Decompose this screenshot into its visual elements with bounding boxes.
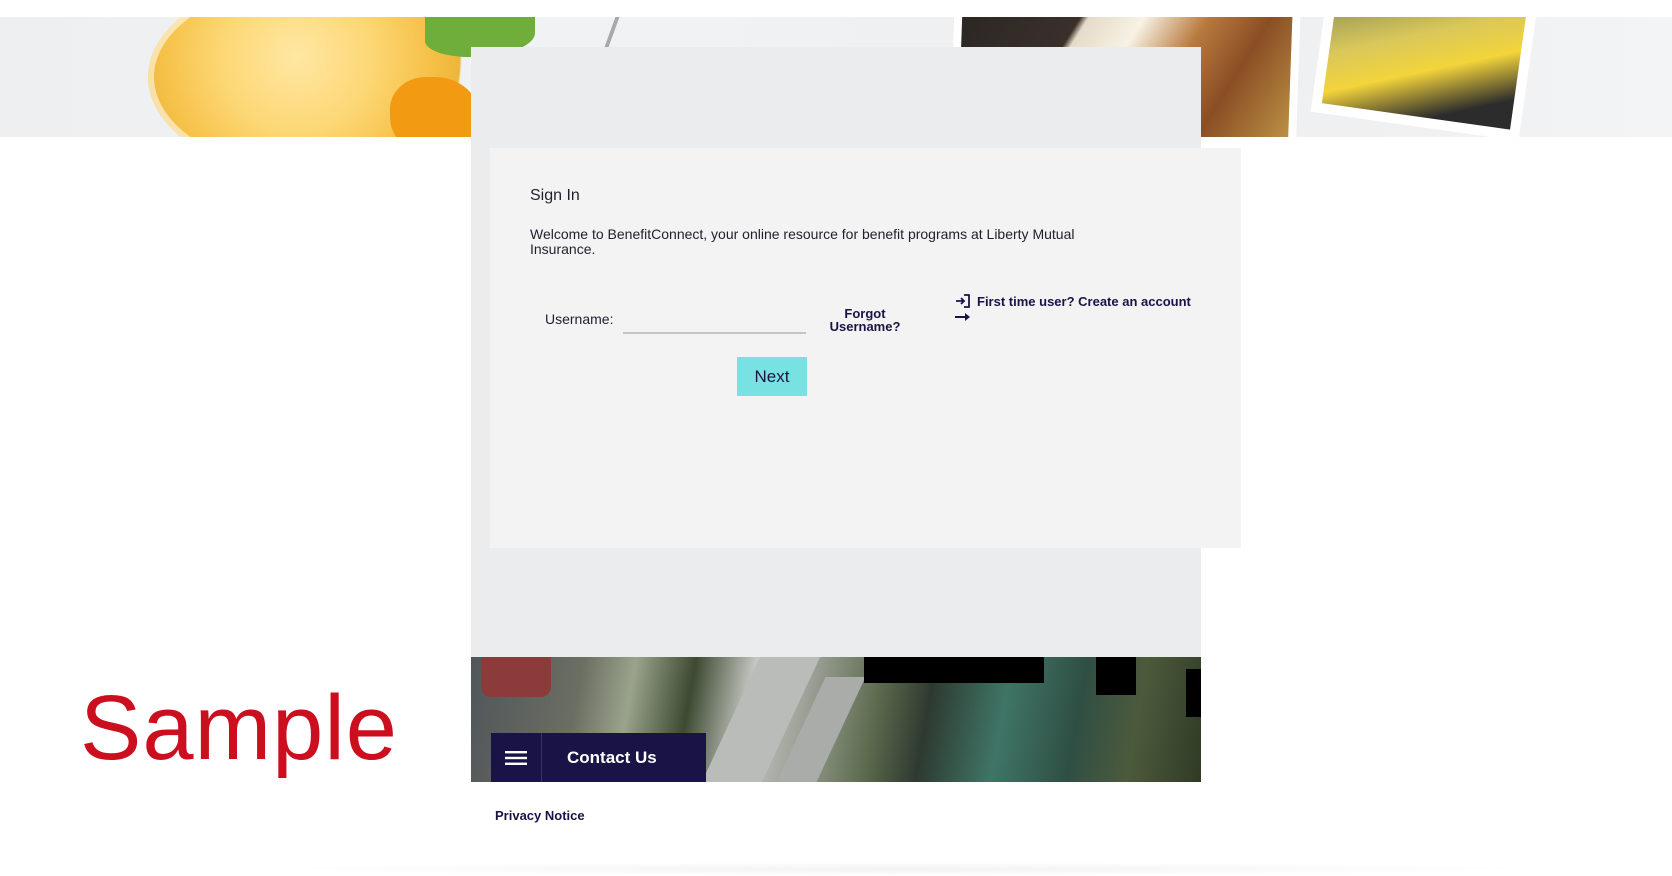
- create-account-label: First time user? Create an account: [977, 294, 1191, 309]
- menu-button[interactable]: [491, 733, 542, 782]
- image-block: [864, 657, 1044, 683]
- contact-us-button[interactable]: Contact Us: [542, 748, 657, 768]
- image-block: [1096, 657, 1136, 695]
- hamburger-menu-icon: [505, 750, 527, 765]
- username-input[interactable]: [623, 300, 806, 334]
- bottom-shadow: [250, 862, 1550, 876]
- polaroid-photo-image: [1321, 17, 1529, 130]
- signin-title: Sign In: [530, 187, 580, 204]
- right-arrow-icon: [955, 313, 970, 321]
- spoon-image: [604, 17, 650, 47]
- welcome-message: Welcome to BenefitConnect, your online r…: [530, 226, 1075, 257]
- sample-watermark: Sample: [80, 677, 398, 779]
- forgot-username-link[interactable]: Forgot Username?: [815, 307, 915, 333]
- username-label: Username:: [545, 311, 614, 327]
- create-account-link[interactable]: First time user? Create an account: [955, 294, 1215, 322]
- contact-bar: Contact Us: [491, 733, 706, 782]
- privacy-notice-link[interactable]: Privacy Notice: [495, 808, 585, 823]
- login-arrow-icon: [956, 294, 970, 308]
- signin-panel: [490, 148, 1241, 548]
- image-block: [1186, 669, 1201, 717]
- next-button[interactable]: Next: [737, 357, 807, 396]
- building-shape: [481, 657, 551, 697]
